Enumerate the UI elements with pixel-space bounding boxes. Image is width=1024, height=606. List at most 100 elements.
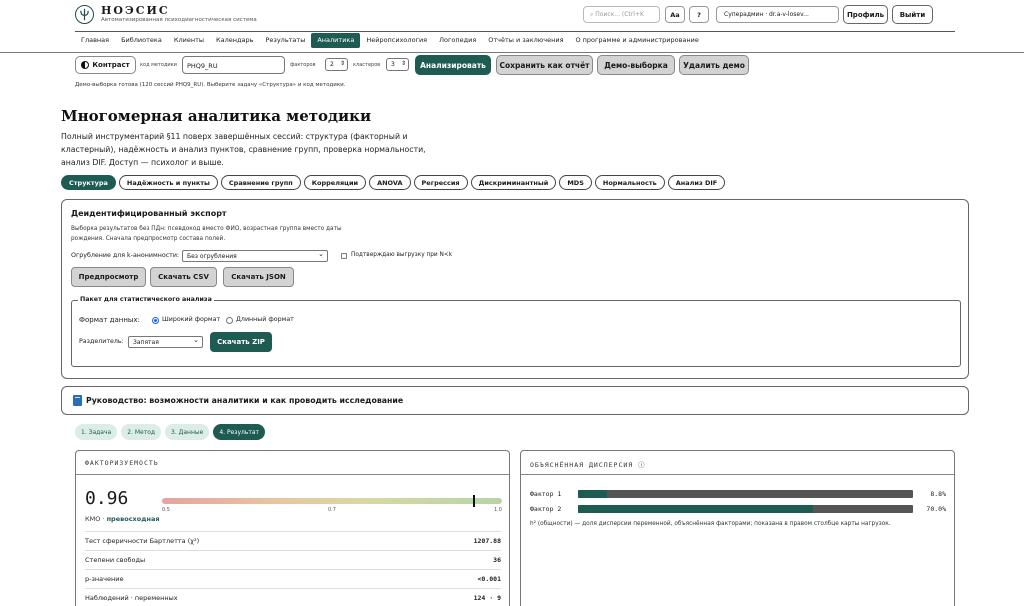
- guide-accordion[interactable]: Руководство: возможности аналитики и как…: [61, 386, 969, 415]
- stat-value: 124 · 9: [473, 594, 501, 602]
- confirm-checkbox[interactable]: [341, 253, 347, 259]
- tab-5[interactable]: Регрессия: [413, 175, 468, 190]
- nav-item-0[interactable]: Главная: [75, 33, 115, 48]
- help-button[interactable]: ?: [689, 6, 709, 23]
- wide-format-radio[interactable]: [152, 317, 159, 324]
- k-anonymity-label: Огрубление для k-анонимности:: [71, 252, 180, 259]
- stats-package-legend: Пакет для статистического анализа: [78, 296, 214, 303]
- tab-4[interactable]: ANOVA: [369, 175, 411, 190]
- brand-name: НОЭСИС: [101, 4, 170, 17]
- nav-item-5[interactable]: Аналитика: [311, 32, 361, 48]
- kmo-gauge: [162, 495, 502, 507]
- wizard-steps: 1. Задача 2. Метод 3. Данные 4. Результат: [75, 424, 266, 440]
- stat-label: Наблюдений · переменных: [85, 594, 178, 602]
- format-label: Формат данных:: [79, 316, 140, 324]
- stat-value: <0.001: [477, 575, 501, 583]
- brand-subtitle: Автоматизированная психодиагностическая …: [101, 17, 257, 23]
- long-format-radio[interactable]: [226, 317, 233, 324]
- nav-item-3[interactable]: Календарь: [210, 33, 259, 48]
- tab-1[interactable]: Надёжность и пункты: [118, 175, 218, 190]
- stat-value: 36: [493, 556, 501, 564]
- user-menu[interactable]: Суперадмин · dr.a-v-losev...: [716, 6, 839, 23]
- factor-label: Фактор 1: [530, 490, 562, 498]
- font-size-button[interactable]: Aa: [665, 6, 685, 23]
- book-icon: [73, 395, 82, 406]
- nav-item-7[interactable]: Логопедия: [433, 33, 482, 48]
- wizard-step-2[interactable]: 2. Метод: [121, 424, 162, 440]
- stat-row: Тест сферичности Бартлетта (χ²) 1207.88: [85, 531, 501, 550]
- tab-2[interactable]: Сравнение групп: [220, 175, 301, 190]
- tab-6[interactable]: Дискриминантный: [470, 175, 557, 190]
- export-description: Выборка результатов без ПДн: псевдокод в…: [71, 226, 342, 242]
- contrast-icon: [81, 61, 90, 69]
- gauge-tick-mid: 0.7: [328, 507, 336, 513]
- tab-7[interactable]: MDS: [559, 175, 592, 190]
- search-input[interactable]: ⌕ Поиск... (Ctrl+K: [583, 6, 660, 23]
- tab-8[interactable]: Нормальность: [594, 175, 665, 190]
- analysis-controls: Контраст код методики PHQ9_RU факторов 2…: [75, 55, 775, 75]
- k-anonymity-select[interactable]: Без огрубления: [182, 250, 328, 262]
- page-title: Многомерная аналитика методики: [61, 107, 372, 125]
- status-message: Демо-выборка готова (120 сессий PHQ9_RU)…: [75, 82, 346, 88]
- wizard-step-4[interactable]: 4. Результат: [213, 424, 266, 440]
- factors-label: факторов: [290, 62, 316, 68]
- kmo-value: 0.96: [85, 488, 129, 509]
- long-format-label: Длинный формат: [236, 316, 294, 323]
- factorability-card: ФАКТОРИЗУЕМОСТЬ 0.96 КМО · превосходная …: [75, 450, 510, 606]
- factorability-title: ФАКТОРИЗУЕМОСТЬ: [76, 451, 509, 475]
- wide-format-label: Широкий формат: [162, 316, 221, 323]
- kmo-caption: КМО · превосходная: [85, 515, 160, 523]
- preview-button[interactable]: Предпросмотр: [71, 267, 146, 287]
- variance-bar-fill: [578, 490, 608, 498]
- divider: [0, 52, 1024, 53]
- main-nav: Главная Библиотека Клиенты Календарь Результ…: [75, 31, 955, 48]
- variance-value: 8.8%: [930, 490, 946, 498]
- export-title: Деидентифицированный экспорт: [71, 209, 227, 218]
- variance-bar-fill: [578, 505, 813, 513]
- variance-row: Фактор 1 8.8%: [530, 489, 946, 499]
- stat-label: Тест сферичности Бартлетта (χ²): [85, 537, 200, 545]
- clusters-stepper[interactable]: 3: [386, 58, 409, 71]
- code-label: код методики: [140, 62, 177, 68]
- logo[interactable]: [75, 5, 94, 24]
- logout-button[interactable]: Выйти: [892, 5, 933, 24]
- kmo-grade: превосходная: [106, 515, 160, 523]
- separator-label: Разделитель:: [79, 338, 124, 345]
- kmo-caption-text: КМО ·: [85, 515, 105, 523]
- contrast-button[interactable]: Контраст: [75, 56, 136, 74]
- factors-stepper[interactable]: 2: [325, 58, 348, 71]
- variance-bar: [578, 505, 913, 513]
- separator-select[interactable]: Запятая: [128, 336, 203, 348]
- nav-item-9[interactable]: О программе и администрирование: [569, 33, 704, 48]
- tab-0[interactable]: Структура: [61, 175, 116, 190]
- psi-icon: [80, 8, 89, 21]
- gauge-tick-max: 1.0: [494, 507, 502, 513]
- stat-row: Наблюдений · переменных 124 · 9: [85, 588, 501, 606]
- stat-row: Степени свободы 36: [85, 550, 501, 569]
- method-code-input[interactable]: PHQ9_RU: [182, 56, 285, 74]
- save-report-button[interactable]: Сохранить как отчёт: [496, 55, 593, 75]
- wizard-step-3[interactable]: 3. Данные: [165, 424, 210, 440]
- page-description: Полный инструментарий §11 поверх завершё…: [61, 132, 426, 167]
- nav-item-6[interactable]: Нейропсихология: [360, 33, 433, 48]
- download-json-button[interactable]: Скачать JSON: [223, 267, 294, 287]
- download-csv-button[interactable]: Скачать CSV: [150, 267, 217, 287]
- variance-title[interactable]: ОБЪЯСНЁННАЯ ДИСПЕРСИЯ ⓘ: [521, 451, 954, 475]
- download-zip-button[interactable]: Скачать ZIP: [210, 332, 272, 352]
- nav-item-1[interactable]: Библиотека: [115, 33, 168, 48]
- factor-label: Фактор 2: [530, 505, 562, 513]
- nav-item-8[interactable]: Отчёты и заключения: [482, 33, 569, 48]
- tab-9[interactable]: Анализ DIF: [667, 175, 726, 190]
- variance-bar: [578, 490, 913, 498]
- kmo-gauge-marker: [472, 495, 475, 507]
- nav-item-2[interactable]: Клиенты: [168, 33, 210, 48]
- tab-3[interactable]: Корреляции: [303, 175, 367, 190]
- analyze-button[interactable]: Анализировать: [415, 55, 491, 75]
- demo-sample-button[interactable]: Демо-выборка: [597, 55, 675, 75]
- stat-row: p-значение <0.001: [85, 569, 501, 588]
- profile-button[interactable]: Профиль: [843, 5, 888, 24]
- variance-row: Фактор 2 70.0%: [530, 504, 946, 514]
- nav-item-4[interactable]: Результаты: [259, 33, 311, 48]
- wizard-step-1[interactable]: 1. Задача: [75, 424, 118, 440]
- delete-demo-button[interactable]: Удалить демо: [679, 55, 749, 75]
